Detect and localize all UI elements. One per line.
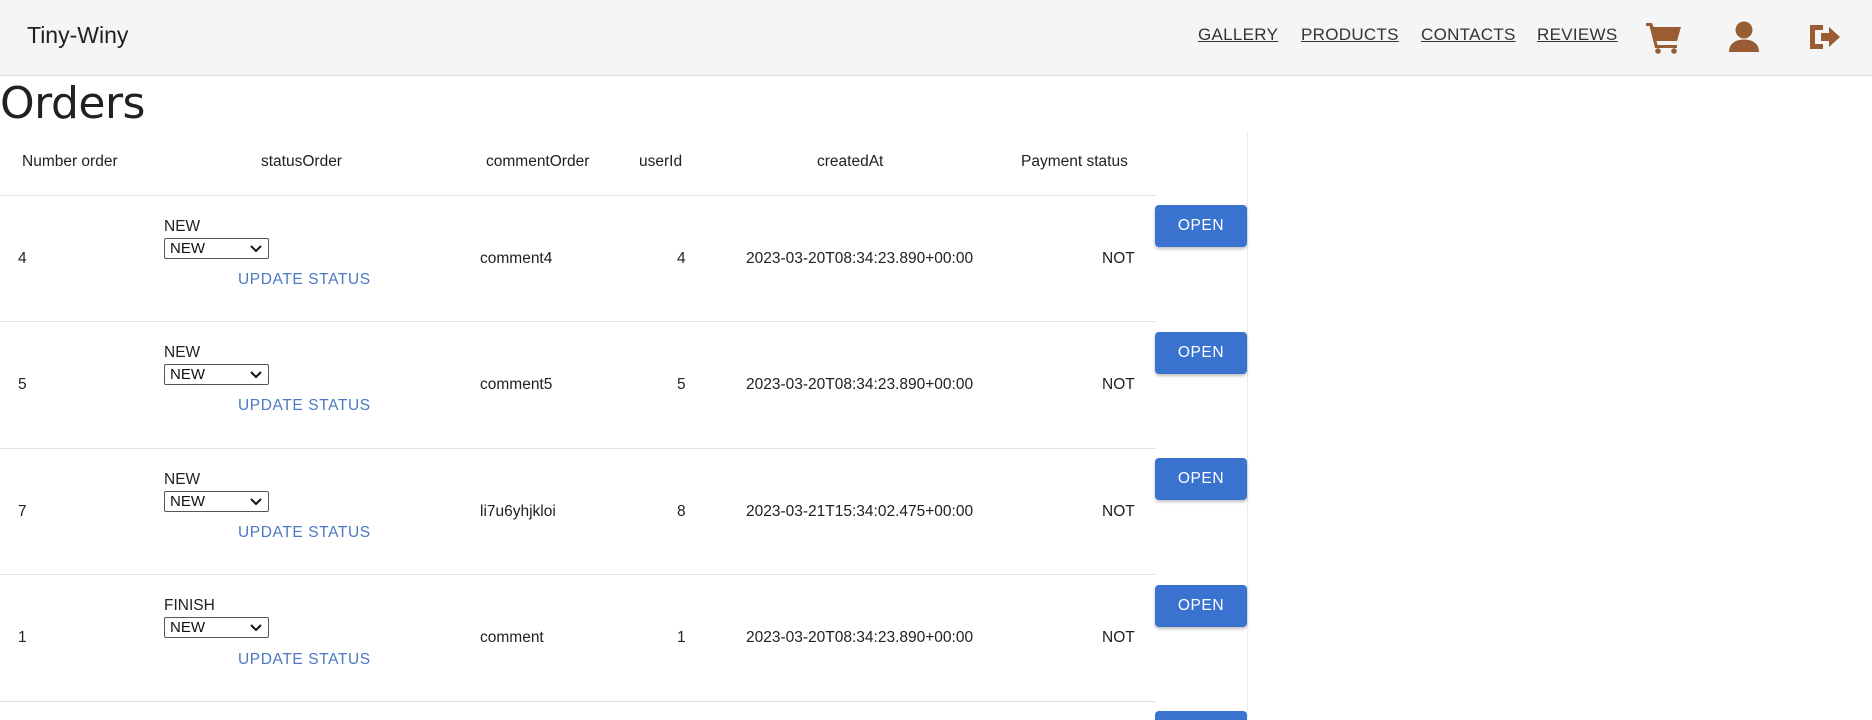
user-id: 1 <box>677 629 686 646</box>
user-icon[interactable] <box>1724 17 1764 57</box>
chevron-down-icon <box>250 498 262 506</box>
current-status: NEW <box>164 471 201 488</box>
chevron-down-icon <box>250 624 262 632</box>
status-select[interactable]: NEW <box>164 491 269 512</box>
current-status: FINISH <box>164 597 215 614</box>
open-order-button[interactable] <box>1155 711 1247 720</box>
payment-status: NOT <box>1102 503 1135 520</box>
row-divider <box>0 448 1156 449</box>
status-select[interactable]: NEW <box>164 238 269 259</box>
brand-logo[interactable]: Tiny-Winy <box>27 22 128 49</box>
order-number: 5 <box>18 376 27 393</box>
chevron-down-icon <box>250 371 262 379</box>
column-header-user-id: userId <box>639 153 683 170</box>
order-comment: li7u6yhjkloi <box>480 503 556 520</box>
nav-gallery[interactable]: GALLERY <box>1198 25 1278 45</box>
logout-icon[interactable] <box>1804 17 1844 57</box>
column-header-status: statusOrder <box>261 153 342 170</box>
created-at: 2023-03-21T15:34:02.475+00:00 <box>746 503 974 520</box>
order-number: 4 <box>18 250 27 267</box>
update-status-button[interactable]: UPDATE STATUS <box>238 397 371 415</box>
user-id: 8 <box>677 503 686 520</box>
created-at: 2023-03-20T08:34:23.890+00:00 <box>746 376 974 393</box>
payment-status: NOT <box>1102 376 1135 393</box>
chevron-down-icon <box>250 245 262 253</box>
status-select[interactable]: NEW <box>164 364 269 385</box>
column-header-comment: commentOrder <box>486 153 590 170</box>
column-header-payment-status: Payment status <box>1021 153 1128 170</box>
open-order-button[interactable]: OPEN <box>1155 205 1247 247</box>
open-order-button[interactable]: OPEN <box>1155 332 1247 374</box>
column-header-created-at: createdAt <box>817 153 884 170</box>
update-status-button[interactable]: UPDATE STATUS <box>238 271 371 289</box>
user-id: 4 <box>677 250 686 267</box>
update-status-button[interactable]: UPDATE STATUS <box>238 651 371 669</box>
nav-reviews[interactable]: REVIEWS <box>1537 25 1618 45</box>
current-status: NEW <box>164 218 201 235</box>
row-divider <box>0 701 1156 702</box>
nav-contacts[interactable]: CONTACTS <box>1421 25 1516 45</box>
nav-products[interactable]: PRODUCTS <box>1301 25 1399 45</box>
row-divider <box>0 321 1156 322</box>
user-id: 5 <box>677 376 686 393</box>
row-divider <box>0 574 1156 575</box>
order-comment: comment4 <box>480 250 553 267</box>
created-at: 2023-03-20T08:34:23.890+00:00 <box>746 629 974 646</box>
open-order-button[interactable]: OPEN <box>1155 458 1247 500</box>
payment-status: NOT <box>1102 250 1135 267</box>
order-comment: comment <box>480 629 544 646</box>
payment-status: NOT <box>1102 629 1135 646</box>
update-status-button[interactable]: UPDATE STATUS <box>238 524 371 542</box>
order-comment: comment5 <box>480 376 553 393</box>
row-divider <box>0 195 1156 196</box>
page-title: Orders <box>0 78 145 129</box>
created-at: 2023-03-20T08:34:23.890+00:00 <box>746 250 974 267</box>
status-select[interactable]: NEW <box>164 617 269 638</box>
open-order-button[interactable]: OPEN <box>1155 585 1247 627</box>
column-header-number: Number order <box>22 153 118 170</box>
order-number: 7 <box>18 503 27 520</box>
top-header: Tiny-Winy GALLERY PRODUCTS CONTACTS REVI… <box>0 0 1872 76</box>
cart-icon[interactable] <box>1644 17 1684 57</box>
current-status: NEW <box>164 344 201 361</box>
order-number: 1 <box>18 629 27 646</box>
